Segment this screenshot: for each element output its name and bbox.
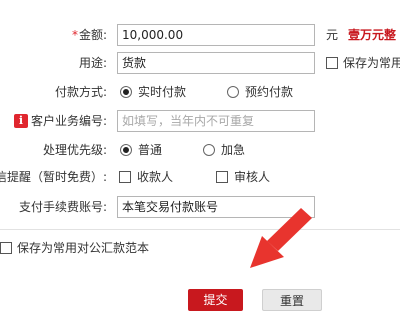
amount-label: *金额: [72, 26, 107, 44]
save-template-checkbox[interactable] [0, 242, 12, 254]
save-purpose-checkbox[interactable] [326, 57, 338, 69]
fee-account-label: 支付手续费账号: [18, 200, 107, 214]
priority-urgent-radio[interactable] [203, 144, 215, 156]
customer-no-input[interactable]: 如填写，当年内不可重复 [117, 110, 315, 132]
notify-payee-label: 收款人 [137, 170, 174, 184]
notify-payee-checkbox[interactable] [119, 171, 131, 183]
arrow-head [250, 236, 284, 268]
sms-notify-label: 信提醒（暂时免费）: [0, 170, 107, 184]
notify-reviewer-checkbox[interactable] [216, 171, 228, 183]
realtime-payment-label: 实时付款 [138, 85, 187, 99]
amount-input[interactable]: 10,000.00 [117, 24, 315, 46]
realtime-payment-radio[interactable] [120, 86, 132, 98]
fee-account-select[interactable]: 本笔交易付款账号 [117, 196, 315, 218]
submit-button[interactable]: 提交 [188, 289, 243, 311]
priority-normal-radio[interactable] [120, 144, 132, 156]
scheduled-payment-radio[interactable] [227, 86, 239, 98]
amount-label-text: 金额: [78, 28, 107, 42]
required-marker: * [71, 28, 78, 42]
purpose-label: 用途: [78, 56, 107, 70]
reset-button[interactable]: 重置 [262, 289, 322, 311]
notify-reviewer-label: 审核人 [234, 170, 271, 184]
payment-mode-label: 付款方式: [54, 85, 107, 99]
scheduled-payment-label: 预约付款 [245, 85, 294, 99]
priority-normal-label: 普通 [138, 143, 163, 157]
priority-label: 处理优先级: [42, 143, 107, 157]
amount-capital: 壹万元整 [348, 28, 397, 42]
save-template-label: 保存为常用对公汇款范本 [17, 241, 150, 255]
customer-no-label: 客户业务编号: [30, 114, 107, 128]
save-purpose-label: 保存为常用 [343, 56, 400, 70]
purpose-input[interactable]: 货款 [117, 52, 315, 74]
amount-unit: 元 [326, 28, 339, 42]
priority-urgent-label: 加急 [221, 143, 246, 157]
info-icon: i [14, 114, 28, 128]
section-divider [0, 229, 400, 230]
